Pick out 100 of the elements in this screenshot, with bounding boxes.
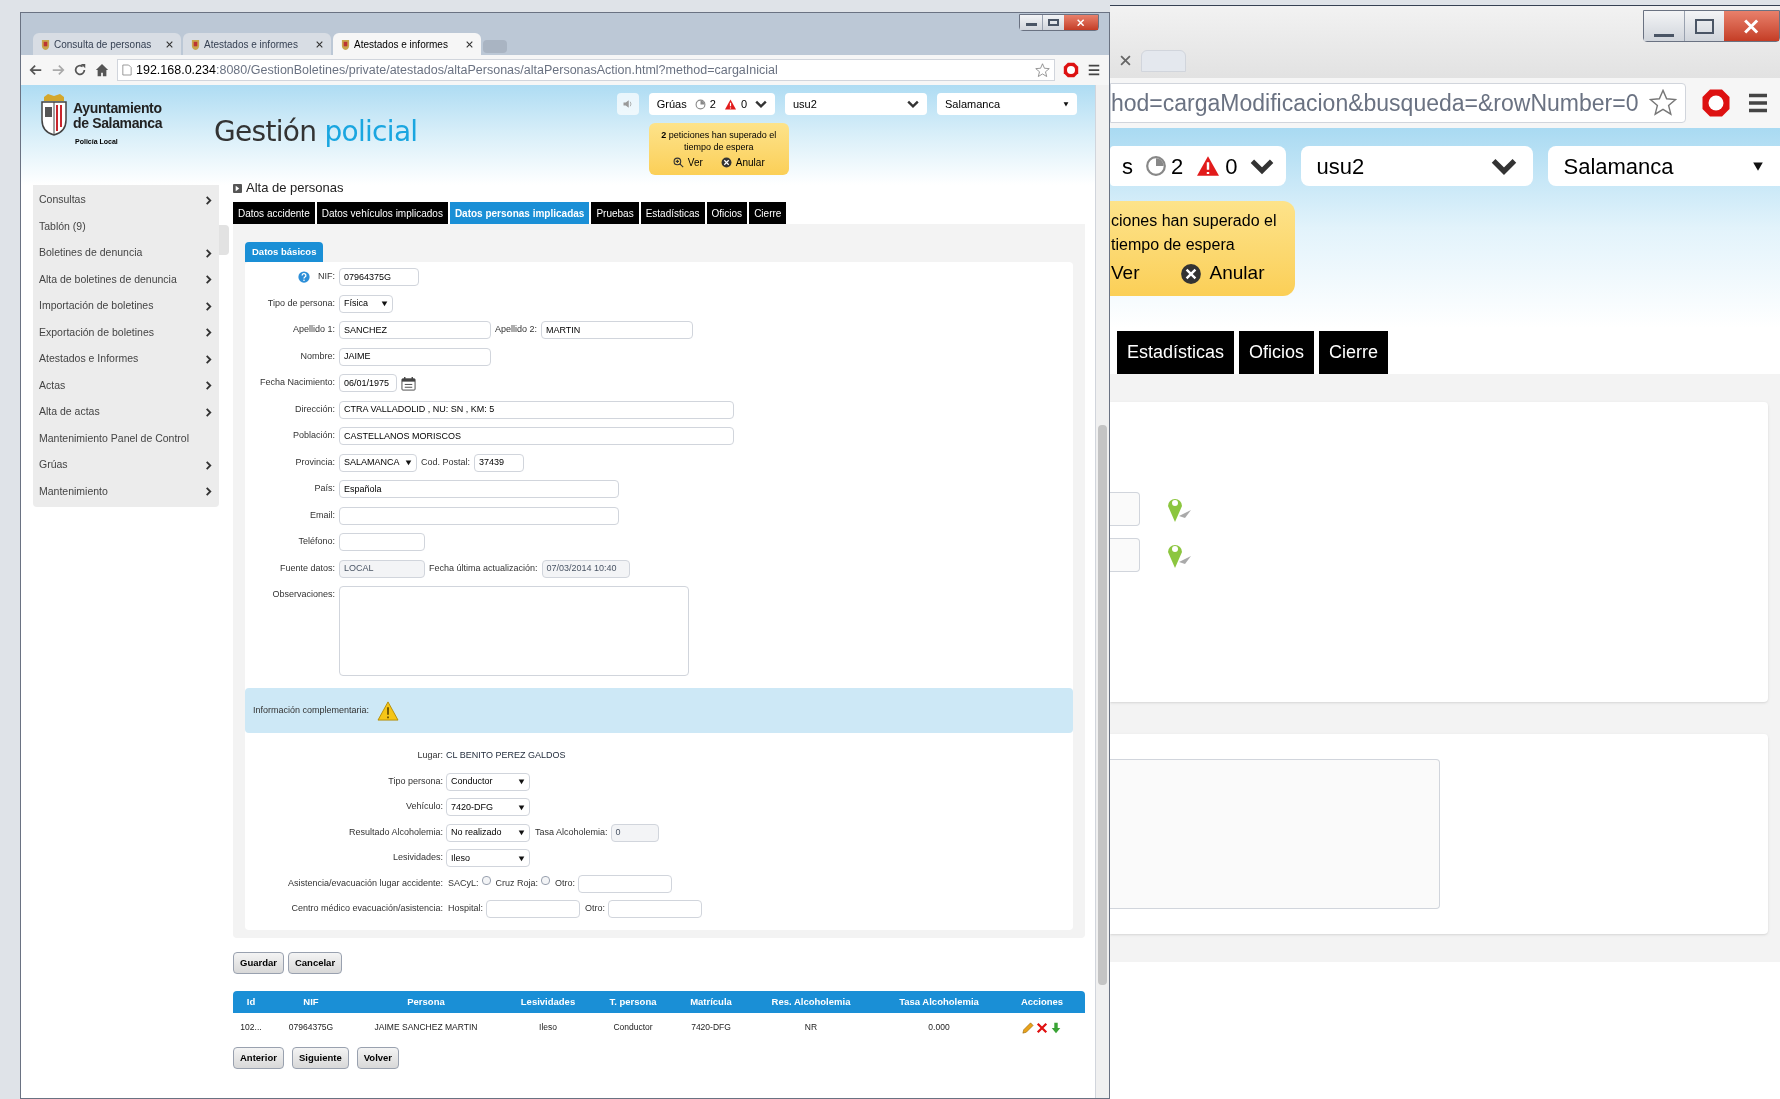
text-field[interactable]: JAIME — [339, 347, 491, 366]
text-field[interactable] — [486, 900, 580, 919]
minimize-button[interactable] — [1020, 15, 1042, 30]
text-field[interactable]: CTRA VALLADOLID , NU: SN , KM: 5 — [339, 400, 734, 419]
view-link[interactable]: Ver — [1111, 259, 1140, 288]
date-field[interactable]: 06/01/1975 — [339, 374, 397, 393]
calendar-icon[interactable] — [401, 375, 416, 391]
form-button[interactable]: Guardar — [233, 951, 284, 974]
view-link[interactable]: Ver — [672, 154, 703, 170]
sidebar-item[interactable]: Grúas — [33, 452, 219, 479]
tow-truck-widget[interactable]: s 2 0 — [1110, 146, 1286, 186]
star-icon[interactable] — [1649, 89, 1677, 117]
dropdown[interactable]: Conductor — [446, 772, 530, 791]
close-button[interactable] — [1724, 11, 1779, 41]
user-dropdown[interactable]: usu2 — [785, 93, 927, 115]
sidebar-item[interactable]: Exportación de boletines — [33, 319, 219, 346]
speaker-button[interactable] — [616, 93, 639, 115]
nav-button[interactable]: Siguiente — [291, 1046, 349, 1069]
tab[interactable]: Estadísticas — [640, 202, 705, 224]
maximize-button[interactable] — [1042, 15, 1064, 30]
sidebar-item[interactable]: Atestados e Informes — [33, 346, 219, 373]
close-icon[interactable] — [1120, 55, 1131, 66]
text-field[interactable]: 07964375G — [339, 268, 419, 287]
help-icon[interactable] — [298, 271, 310, 283]
text-field[interactable]: Española — [339, 480, 619, 499]
tab[interactable]: Datos personas implicadas — [449, 202, 590, 224]
notification-text: tiempo de espera — [1111, 235, 1236, 256]
cancel-link[interactable]: Anular — [1179, 259, 1265, 288]
city-dropdown[interactable]: Salamanca — [1547, 146, 1780, 186]
dropdown[interactable]: 7420-DFG — [446, 798, 530, 817]
text-field[interactable]: CASTELLANOS MORISCOS — [339, 427, 734, 446]
tab[interactable]: Oficios — [706, 202, 748, 224]
reload-icon[interactable] — [73, 63, 87, 77]
tab[interactable]: Datos vehículos implicados — [316, 202, 448, 224]
user-dropdown[interactable]: usu2 — [1300, 146, 1533, 186]
form-button[interactable]: Cancelar — [287, 951, 343, 974]
browser-tab[interactable]: Atestados e informes — [183, 33, 331, 55]
close-button[interactable] — [1064, 15, 1098, 30]
close-icon[interactable] — [316, 40, 323, 48]
delete-icon[interactable] — [1036, 1021, 1048, 1034]
sidebar-item[interactable]: Alta de actas — [33, 399, 219, 426]
sidebar-item[interactable]: Alta de boletines de denuncia — [33, 266, 219, 293]
tab[interactable]: Estadísticas — [1117, 331, 1235, 374]
speaker-icon — [621, 98, 634, 110]
tab[interactable]: Oficios — [1239, 331, 1315, 374]
checkbox[interactable] — [481, 875, 491, 885]
dropdown[interactable]: No realizado — [446, 823, 530, 842]
text-field[interactable]: 37439 — [474, 453, 525, 472]
sidebar-collapse-handle[interactable] — [219, 225, 229, 255]
menu-icon[interactable] — [1087, 63, 1101, 77]
dropdown[interactable]: Ileso — [446, 849, 530, 868]
field-label: Cod. Postal: — [421, 455, 471, 469]
home-icon[interactable] — [95, 63, 109, 77]
sidebar-item[interactable]: Actas — [33, 372, 219, 399]
sidebar-item[interactable]: Boletines de denuncia — [33, 240, 219, 267]
tab[interactable]: Pruebas — [591, 202, 639, 224]
address-bar[interactable]: hod=cargaModificacion&busqueda=&rowNumber=0 — [1110, 83, 1686, 123]
text-field[interactable]: MARTIN — [541, 321, 694, 340]
text-field[interactable] — [339, 506, 619, 525]
minimize-button[interactable] — [1644, 11, 1684, 41]
sidebar-item[interactable]: Importación de boletines — [33, 293, 219, 320]
menu-icon[interactable] — [1746, 91, 1770, 115]
tab[interactable]: Cierre — [1319, 331, 1389, 374]
text-field[interactable]: SANCHEZ — [339, 321, 491, 340]
stop-sign-icon[interactable] — [1063, 62, 1079, 78]
text-field[interactable] — [339, 533, 425, 552]
tab[interactable]: Datos accidente — [233, 202, 315, 224]
text-field[interactable] — [1110, 492, 1140, 526]
warning-icon — [723, 98, 737, 110]
maximize-button[interactable] — [1684, 11, 1724, 41]
sidebar-item[interactable]: Tablón (9) — [33, 213, 219, 240]
text-field[interactable] — [1110, 538, 1140, 572]
browser-tab[interactable]: Consulta de personas — [33, 33, 181, 55]
back-icon[interactable] — [29, 63, 43, 77]
city-dropdown[interactable]: Salamanca — [937, 93, 1077, 115]
star-icon[interactable] — [1035, 62, 1050, 78]
forward-icon[interactable] — [51, 63, 65, 77]
dropdown[interactable]: Física — [339, 294, 393, 313]
sidebar-item[interactable]: Mantenimiento — [33, 478, 219, 505]
close-icon[interactable] — [166, 40, 173, 48]
pencil-icon[interactable] — [1022, 1021, 1034, 1034]
checkbox[interactable] — [541, 875, 551, 885]
nav-button[interactable]: Anterior — [233, 1046, 284, 1069]
table-cell-text: Ileso — [538, 1021, 558, 1035]
text-field[interactable] — [608, 900, 703, 919]
sidebar-item[interactable]: Mantenimiento Panel de Control — [33, 425, 219, 452]
notification-text: ciones han superado el — [1111, 211, 1278, 232]
address-bar[interactable]: 192.168.0.234:8080/GestionBoletines/private/atestados/altaPersonas/altaPersonasAction.html?method=cargaInicial — [117, 59, 1055, 81]
dropdown[interactable]: SALAMANCA — [339, 453, 417, 472]
browser-tab[interactable]: Atestados e informes — [333, 33, 481, 55]
text-field[interactable] — [578, 874, 673, 893]
tow-truck-widget[interactable]: Grúas 2 0 — [648, 93, 775, 115]
sidebar-item[interactable]: Consultas — [33, 187, 219, 214]
arrow-down-icon[interactable] — [1050, 1021, 1062, 1034]
cancel-link[interactable]: Anular — [720, 154, 765, 170]
stop-sign-icon[interactable] — [1701, 88, 1731, 118]
chevron-right-icon — [204, 354, 213, 364]
close-icon[interactable] — [466, 40, 473, 48]
nav-button[interactable]: Volver — [356, 1046, 400, 1069]
tab[interactable]: Cierre — [749, 202, 787, 224]
